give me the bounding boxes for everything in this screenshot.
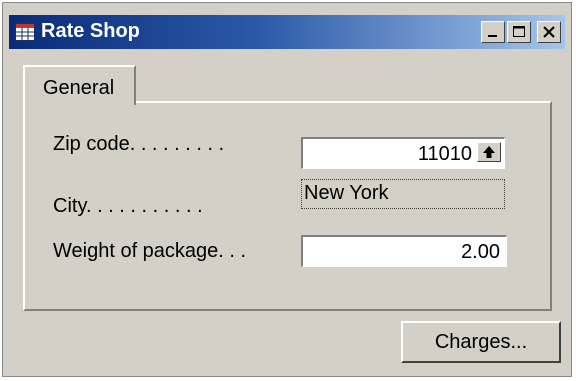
zip-code-label: Zip code. . . . . . . . . (53, 133, 225, 155)
form-icon (15, 23, 35, 41)
weight-field[interactable]: 2.00 (301, 235, 507, 267)
zip-code-value: 11010 (417, 143, 472, 165)
city-value: New York (304, 182, 389, 204)
weight-label: Weight of package. . . (53, 240, 247, 262)
city-field: New York (301, 179, 505, 209)
weight-value: 2.00 (461, 241, 500, 263)
minimize-button[interactable] (481, 21, 505, 43)
minimize-icon (488, 35, 497, 37)
close-icon (543, 26, 555, 38)
city-label: City. . . . . . . . . . . (53, 195, 203, 217)
charges-button[interactable]: Charges... (401, 321, 561, 363)
tab-general[interactable]: General (23, 65, 136, 105)
arrow-up-icon (483, 146, 495, 158)
maximize-icon (513, 26, 525, 37)
close-button[interactable] (537, 21, 561, 43)
window-title: Rate Shop (41, 20, 140, 42)
zip-code-field[interactable]: 11010 (301, 137, 505, 169)
zip-lookup-button[interactable] (477, 142, 501, 162)
tab-general-label: General (43, 77, 115, 99)
maximize-button[interactable] (507, 21, 531, 43)
rate-shop-window: Rate Shop General Zip code. . . . . . . … (2, 2, 572, 377)
title-bar[interactable]: Rate Shop (9, 15, 565, 49)
